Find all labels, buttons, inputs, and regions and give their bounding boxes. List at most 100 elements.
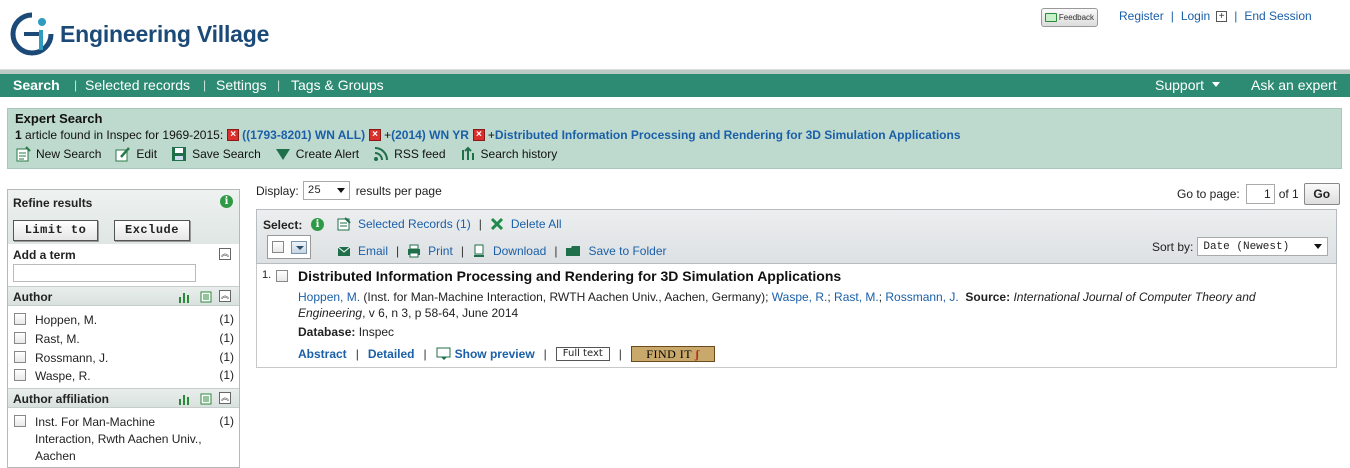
find-it-button[interactable]: FIND IT ʃ bbox=[630, 346, 715, 362]
limit-to-button[interactable]: Limit to bbox=[13, 220, 98, 241]
brand-name: Engineering Village bbox=[60, 20, 270, 47]
alert-icon bbox=[275, 146, 291, 162]
go-button[interactable]: Go bbox=[1303, 183, 1340, 205]
delete-icon bbox=[490, 217, 504, 231]
remove-term-icon[interactable]: × bbox=[227, 129, 240, 141]
refine-sidebar: Refine results i Limit to Exclude Add a … bbox=[7, 189, 240, 468]
per-page-select[interactable]: 25 bbox=[302, 181, 350, 200]
collapse-icon[interactable]: ︽ bbox=[219, 392, 231, 404]
expert-search-title: Expert Search bbox=[15, 111, 103, 126]
result-item: 1. Distributed Information Processing an… bbox=[256, 264, 1337, 368]
chevron-down-icon[interactable] bbox=[290, 240, 307, 254]
delete-all-link[interactable]: Delete All bbox=[490, 217, 562, 231]
login-expand-icon[interactable]: + bbox=[1216, 10, 1228, 22]
result-links: Abstract | Detailed | Show preview | Ful… bbox=[298, 346, 715, 362]
remove-term-icon[interactable]: × bbox=[369, 129, 382, 141]
page-input[interactable]: 1 bbox=[1245, 184, 1275, 204]
refine-title: Refine results bbox=[13, 196, 93, 210]
query-term-3[interactable]: Distributed Information Processing and R… bbox=[495, 128, 961, 142]
nav-tags-groups[interactable]: Tags & Groups bbox=[291, 77, 384, 93]
refine-header: Refine results i Limit to Exclude bbox=[8, 190, 239, 244]
edit-icon bbox=[115, 146, 131, 162]
author-link[interactable]: Hoppen, M. bbox=[298, 290, 360, 304]
show-preview-link[interactable]: Show preview bbox=[436, 347, 535, 361]
checkbox[interactable] bbox=[14, 351, 26, 363]
author-link[interactable]: Rossmann, J. bbox=[885, 290, 958, 304]
chevron-down-icon bbox=[1314, 244, 1323, 249]
checkbox[interactable] bbox=[14, 332, 26, 344]
collapse-icon[interactable]: ︽ bbox=[219, 248, 231, 260]
abstract-link[interactable]: Abstract bbox=[298, 347, 347, 361]
print-link[interactable]: Print bbox=[407, 244, 453, 258]
login-link[interactable]: Login bbox=[1181, 9, 1210, 23]
nav-settings[interactable]: Settings bbox=[216, 77, 267, 93]
folder-icon bbox=[565, 244, 581, 258]
ev-logo-icon bbox=[10, 12, 54, 56]
affiliation-facet-item[interactable]: Inst. For Man-Machine Interaction, Rwth … bbox=[14, 414, 234, 465]
email-icon bbox=[337, 244, 351, 258]
results-toolbar: Select: i Selected Records (1) | Delete … bbox=[256, 209, 1337, 264]
bar-chart-icon[interactable] bbox=[178, 291, 190, 303]
feedback-icon bbox=[1044, 13, 1057, 22]
query-term-2[interactable]: (2014) WN YR bbox=[391, 128, 469, 142]
feedback-button[interactable]: Feedback bbox=[1041, 8, 1098, 27]
end-session-link[interactable]: End Session bbox=[1244, 9, 1311, 23]
chevron-down-icon bbox=[336, 188, 345, 193]
create-alert-button[interactable]: Create Alert bbox=[275, 146, 359, 162]
result-checkbox[interactable] bbox=[276, 270, 288, 282]
nav-support[interactable]: Support bbox=[1155, 77, 1221, 93]
full-text-button[interactable]: Full text bbox=[555, 347, 610, 361]
sort-select[interactable]: Date (Newest) bbox=[1197, 237, 1329, 256]
save-icon bbox=[171, 146, 187, 162]
info-icon[interactable]: i bbox=[220, 195, 233, 208]
sort-control: Sort by: Date (Newest) bbox=[1152, 237, 1329, 256]
result-count: 1 bbox=[15, 128, 22, 142]
save-search-button[interactable]: Save Search bbox=[171, 146, 261, 162]
save-to-folder-link[interactable]: Save to Folder bbox=[565, 244, 667, 258]
author-facet-item[interactable]: Rast, M. (1) bbox=[14, 331, 234, 348]
result-database: Database: Inspec bbox=[298, 325, 395, 339]
preview-icon bbox=[436, 347, 452, 361]
author-section-title: Author bbox=[13, 290, 53, 304]
search-history-button[interactable]: Search history bbox=[460, 146, 557, 162]
export-icon[interactable] bbox=[200, 291, 212, 303]
rss-feed-button[interactable]: RSS feed bbox=[373, 146, 446, 162]
checkbox[interactable] bbox=[14, 415, 26, 427]
pagination: Go to page: 1 of 1 Go bbox=[1177, 183, 1340, 205]
author-facet-item[interactable]: Hoppen, M. (1) bbox=[14, 312, 234, 329]
remove-term-icon[interactable]: × bbox=[472, 129, 485, 141]
selection-actions: Selected Records (1) | Delete All bbox=[337, 217, 562, 231]
author-link[interactable]: Waspe, R. bbox=[772, 290, 828, 304]
bar-chart-icon[interactable] bbox=[178, 393, 190, 405]
nav-search[interactable]: Search bbox=[13, 77, 60, 93]
query-term-1[interactable]: ((1793-8201) WN ALL) bbox=[242, 128, 365, 142]
nav-ask-expert[interactable]: Ask an expert bbox=[1251, 77, 1337, 93]
expert-search-panel: Expert Search 1 article found in Inspec … bbox=[7, 108, 1342, 169]
new-search-button[interactable]: New Search bbox=[15, 146, 101, 162]
register-link[interactable]: Register bbox=[1119, 9, 1164, 23]
new-search-icon bbox=[15, 146, 31, 162]
selected-records-link[interactable]: Selected Records (1) bbox=[337, 217, 471, 231]
display-options: Display: 25 results per page bbox=[256, 181, 442, 200]
add-term-input[interactable] bbox=[13, 264, 196, 282]
checkbox[interactable] bbox=[14, 313, 26, 325]
export-icon[interactable] bbox=[200, 393, 212, 405]
download-link[interactable]: Download bbox=[472, 244, 546, 258]
result-authors: Hoppen, M. (Inst. for Man-Machine Intera… bbox=[298, 290, 1256, 320]
author-link[interactable]: Rast, M. bbox=[834, 290, 879, 304]
edit-button[interactable]: Edit bbox=[115, 146, 157, 162]
info-icon[interactable]: i bbox=[311, 218, 324, 231]
download-icon bbox=[472, 244, 486, 258]
logo[interactable]: Engineering Village bbox=[10, 12, 269, 56]
author-facet-item[interactable]: Waspe, R. (1) bbox=[14, 368, 234, 385]
exclude-button[interactable]: Exclude bbox=[114, 220, 190, 241]
collapse-icon[interactable]: ︽ bbox=[219, 290, 231, 302]
email-link[interactable]: Email bbox=[337, 244, 388, 258]
checkbox[interactable] bbox=[14, 369, 26, 381]
select-dropdown[interactable] bbox=[267, 235, 311, 259]
nav-selected-records[interactable]: Selected records bbox=[85, 77, 190, 93]
detailed-link[interactable]: Detailed bbox=[368, 347, 415, 361]
author-facet-item[interactable]: Rossmann, J. (1) bbox=[14, 350, 234, 367]
select-all-checkbox[interactable] bbox=[271, 241, 284, 253]
result-title[interactable]: Distributed Information Processing and R… bbox=[298, 268, 841, 284]
